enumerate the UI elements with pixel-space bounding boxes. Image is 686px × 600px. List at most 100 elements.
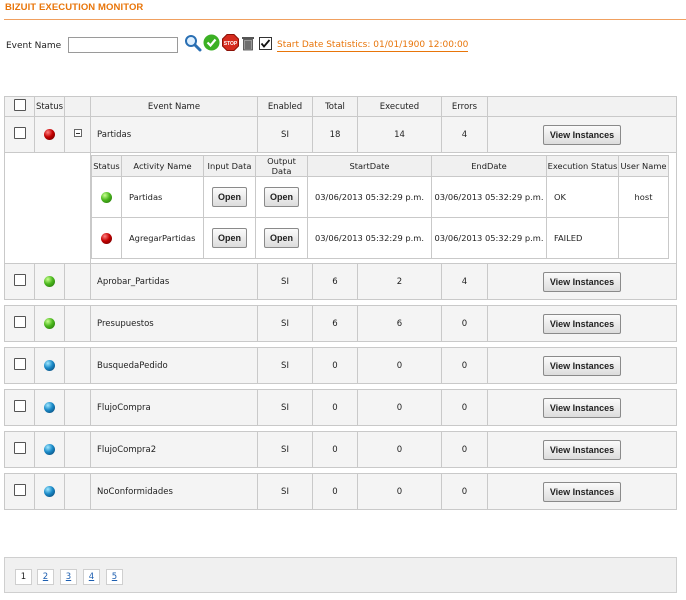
- event-name: Partidas: [90, 116, 258, 153]
- grid-header-row: Status Event Name Enabled Total Executed…: [4, 96, 677, 117]
- page-2-link[interactable]: 2: [37, 569, 54, 585]
- column-header-total: Total: [312, 96, 358, 117]
- enabled-value: SI: [257, 305, 313, 342]
- executed-value: 0: [357, 347, 442, 384]
- instance-row: Partidas Open Open 03/06/2013 05:32:29 p…: [91, 176, 669, 218]
- start-date-statistics-link[interactable]: Start Date Statistics: 01/01/1900 12:00:…: [277, 40, 469, 52]
- activity-name: Partidas: [121, 176, 204, 218]
- view-instances-button[interactable]: View Instances: [543, 313, 621, 334]
- checkbox-icon[interactable]: [259, 37, 272, 50]
- row-checkbox[interactable]: [13, 400, 26, 412]
- view-instances-button[interactable]: View Instances: [543, 355, 621, 376]
- enabled-value: SI: [257, 347, 313, 384]
- start-date: 03/06/2013 05:32:29 p.m.: [307, 217, 432, 259]
- status-red-icon: [101, 232, 112, 244]
- view-instances-button[interactable]: View Instances: [543, 124, 621, 145]
- total-value: 6: [312, 305, 358, 342]
- sub-header-end-date: EndDate: [431, 155, 547, 177]
- row-checkbox[interactable]: [13, 358, 26, 370]
- enabled-value: SI: [257, 473, 313, 510]
- trash-icon[interactable]: [241, 35, 255, 51]
- status-green-icon: [101, 191, 112, 203]
- column-header-enabled: Enabled: [257, 96, 313, 117]
- status-red-icon: [44, 129, 55, 140]
- table-row: Partidas SI 18 14 4 View Instances: [4, 116, 677, 153]
- user-name: host: [618, 176, 669, 218]
- output-data-open-button[interactable]: Open: [263, 228, 299, 248]
- executed-value: 2: [357, 263, 442, 300]
- status-blue-icon: [44, 402, 55, 413]
- column-header-status: Status: [34, 96, 65, 117]
- table-row: FlujoCompra2 SI 0 0 0 View Instances: [4, 431, 677, 468]
- errors-value: 0: [441, 305, 488, 342]
- event-name-label: Event Name: [6, 41, 62, 51]
- total-value: 0: [312, 473, 358, 510]
- title-divider: [4, 19, 686, 20]
- input-data-open-button[interactable]: Open: [211, 187, 247, 207]
- page-1-current: 1: [15, 569, 32, 585]
- pagination-bar: 1 2 3 4 5: [4, 557, 677, 593]
- svg-text:STOP: STOP: [224, 41, 238, 47]
- collapse-icon[interactable]: [73, 129, 82, 137]
- row-checkbox[interactable]: [13, 316, 26, 328]
- select-all-header[interactable]: [4, 96, 35, 117]
- row-checkbox[interactable]: [13, 484, 26, 496]
- event-name-input[interactable]: [68, 37, 178, 53]
- page-3-link[interactable]: 3: [60, 569, 77, 585]
- row-checkbox[interactable]: [13, 127, 26, 139]
- green-check-icon[interactable]: [203, 34, 220, 51]
- executed-value: 0: [357, 431, 442, 468]
- status-blue-icon: [44, 486, 55, 497]
- errors-value: 0: [441, 347, 488, 384]
- column-header-executed: Executed: [357, 96, 442, 117]
- page-4-link[interactable]: 4: [83, 569, 100, 585]
- view-instances-button[interactable]: View Instances: [543, 271, 621, 292]
- end-date: 03/06/2013 05:32:29 p.m.: [431, 217, 547, 259]
- end-date: 03/06/2013 05:32:29 p.m.: [431, 176, 547, 218]
- table-row: BusquedaPedido SI 0 0 0 View Instances: [4, 347, 677, 384]
- executed-value: 0: [357, 389, 442, 426]
- event-name: Presupuestos: [90, 305, 258, 342]
- errors-value: 0: [441, 473, 488, 510]
- view-instances-button[interactable]: View Instances: [543, 481, 621, 502]
- sub-header-input-data: Input Data: [203, 155, 256, 177]
- sub-header-user-name: User Name: [618, 155, 669, 177]
- page-5-link[interactable]: 5: [106, 569, 123, 585]
- status-blue-icon: [44, 360, 55, 371]
- subgrid-header-row: Status Activity Name Input Data Output D…: [91, 155, 669, 177]
- view-instances-button[interactable]: View Instances: [543, 439, 621, 460]
- events-grid: Status Event Name Enabled Total Executed…: [4, 96, 677, 510]
- magnifier-icon[interactable]: [184, 34, 202, 52]
- execution-status: FAILED: [546, 217, 619, 259]
- sub-header-start-date: StartDate: [307, 155, 432, 177]
- stop-icon[interactable]: STOP: [222, 34, 239, 51]
- enabled-value: SI: [257, 389, 313, 426]
- row-checkbox[interactable]: [13, 442, 26, 454]
- total-value: 0: [312, 347, 358, 384]
- output-data-open-button[interactable]: Open: [263, 187, 299, 207]
- instances-detail-row: Status Activity Name Input Data Output D…: [4, 152, 677, 264]
- select-all-checkbox[interactable]: [13, 99, 26, 111]
- total-value: 0: [312, 431, 358, 468]
- row-checkbox[interactable]: [13, 274, 26, 286]
- event-name: FlujoCompra2: [90, 431, 258, 468]
- status-green-icon: [44, 318, 55, 329]
- errors-value: 4: [441, 116, 488, 153]
- input-data-open-button[interactable]: Open: [211, 228, 247, 248]
- sub-header-activity-name: Activity Name: [121, 155, 204, 177]
- executed-value: 6: [357, 305, 442, 342]
- event-name: NoConformidades: [90, 473, 258, 510]
- instance-row: AgregarPartidas Open Open 03/06/2013 05:…: [91, 217, 669, 259]
- instances-subgrid: Status Activity Name Input Data Output D…: [91, 155, 669, 259]
- total-value: 18: [312, 116, 358, 153]
- status-blue-icon: [44, 444, 55, 455]
- total-value: 6: [312, 263, 358, 300]
- enabled-value: SI: [257, 263, 313, 300]
- view-instances-button[interactable]: View Instances: [543, 397, 621, 418]
- table-row: Presupuestos SI 6 6 0 View Instances: [4, 305, 677, 342]
- executed-value: 14: [357, 116, 442, 153]
- table-row: Aprobar_Partidas SI 6 2 4 View Instances: [4, 263, 677, 300]
- user-name: [618, 217, 669, 259]
- enabled-value: SI: [257, 116, 313, 153]
- enabled-value: SI: [257, 431, 313, 468]
